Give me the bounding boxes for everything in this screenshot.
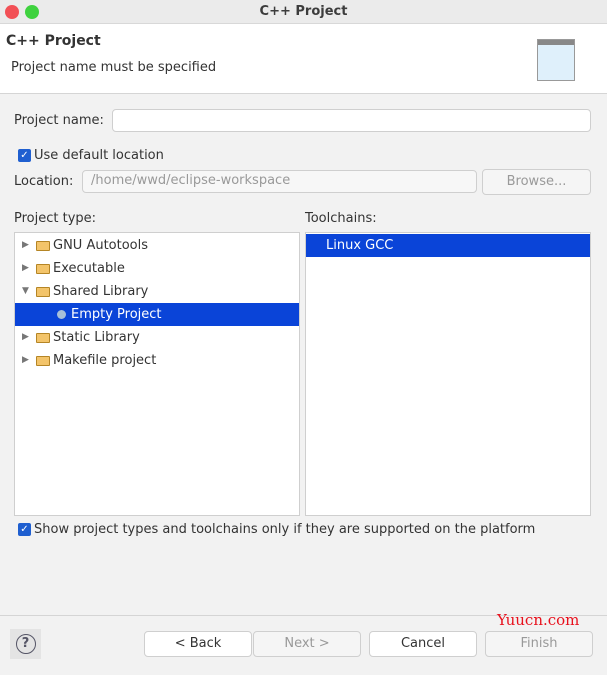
tree-item-gnu-autotools[interactable]: ▶ GNU Autotools: [15, 234, 299, 257]
wizard-header: C++ Project Project name must be specifi…: [0, 24, 607, 94]
tree-item-makefile-project[interactable]: ▶ Makefile project: [15, 349, 299, 372]
location-input[interactable]: /home/wwd/eclipse-workspace: [82, 170, 477, 193]
project-type-tree[interactable]: ▶ GNU Autotools ▶ Executable ▼ Shared Libra…: [14, 232, 300, 516]
help-icon: ?: [15, 634, 36, 654]
next-button[interactable]: Next >: [253, 631, 361, 657]
page-title: C++ Project: [6, 33, 101, 49]
project-type-label: Project type:: [14, 211, 97, 226]
back-button[interactable]: < Back: [144, 631, 252, 657]
project-icon: [57, 310, 66, 319]
finish-button[interactable]: Finish: [485, 631, 593, 657]
tree-item-static-library[interactable]: ▶ Static Library: [15, 326, 299, 349]
use-default-location-checkbox[interactable]: ✓: [18, 149, 31, 162]
page-message: Project name must be specified: [11, 60, 217, 75]
location-label: Location:: [14, 174, 74, 189]
project-name-input[interactable]: [112, 109, 591, 132]
show-supported-checkbox[interactable]: ✓: [18, 523, 31, 536]
toolchain-item-linux-gcc[interactable]: Linux GCC: [306, 234, 590, 257]
toolchains-label: Toolchains:: [305, 211, 377, 226]
help-button[interactable]: ?: [10, 629, 41, 659]
title-bar: C++ Project: [0, 0, 607, 24]
project-name-label: Project name:: [14, 113, 104, 128]
tree-item-shared-library[interactable]: ▼ Shared Library: [15, 280, 299, 303]
tree-item-empty-project[interactable]: Empty Project: [15, 303, 299, 326]
use-default-location-label: Use default location: [34, 148, 164, 163]
window-title: C++ Project: [259, 4, 348, 19]
browse-button[interactable]: Browse...: [482, 169, 591, 195]
wizard-banner-icon: [537, 39, 575, 81]
cancel-button[interactable]: Cancel: [369, 631, 477, 657]
watermark: Yuucn.com: [497, 611, 580, 629]
toolchains-list[interactable]: Linux GCC: [305, 232, 591, 516]
show-supported-label: Show project types and toolchains only i…: [34, 522, 536, 537]
tree-item-executable[interactable]: ▶ Executable: [15, 257, 299, 280]
